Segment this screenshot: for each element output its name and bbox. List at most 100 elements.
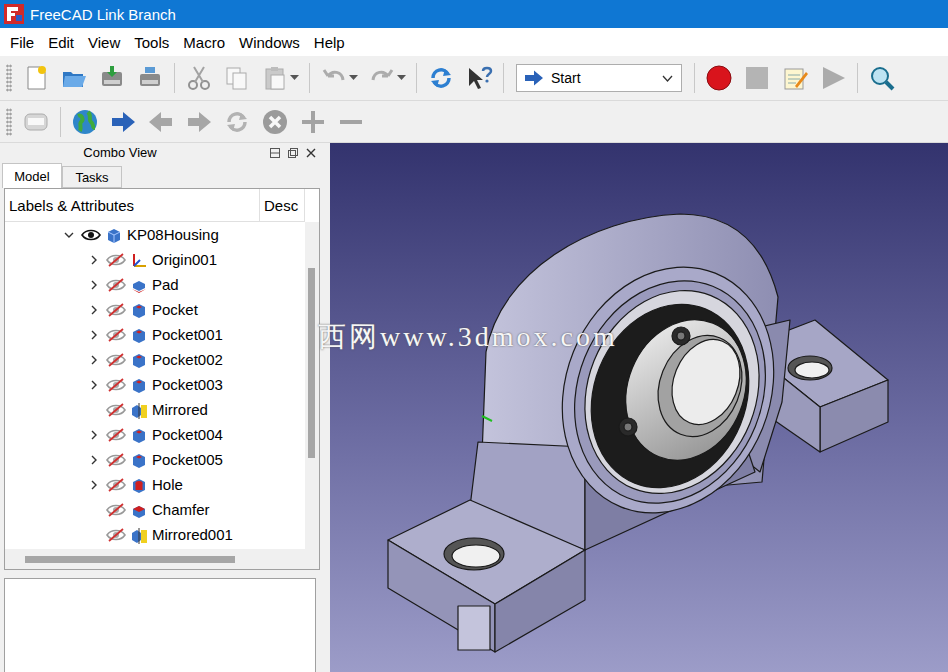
zoom-button[interactable] (864, 60, 900, 96)
tree-row[interactable]: Hole (5, 472, 305, 497)
chevron-down-icon[interactable] (64, 230, 74, 240)
scroll-thumb[interactable] (308, 268, 315, 458)
toolbar-grip[interactable] (6, 108, 12, 136)
eye-hidden-icon[interactable] (106, 302, 126, 318)
expander[interactable] (86, 302, 102, 318)
whats-this-button[interactable] (461, 60, 497, 96)
expander[interactable] (86, 252, 102, 268)
chevron-right-icon[interactable] (89, 430, 99, 440)
dock-minimize-icon[interactable] (270, 148, 280, 158)
menu-item[interactable]: Edit (48, 34, 74, 51)
play-button[interactable] (815, 60, 851, 96)
expander[interactable] (86, 377, 102, 393)
eye-hidden-icon[interactable] (106, 352, 126, 368)
splitter[interactable] (322, 143, 330, 672)
expander[interactable] (86, 277, 102, 293)
tree-row[interactable]: Pad (5, 272, 305, 297)
pillow-block-model[interactable] (330, 143, 948, 672)
open-button[interactable] (56, 60, 92, 96)
chevron-right-icon[interactable] (89, 255, 99, 265)
dock-float-icon[interactable] (288, 148, 298, 158)
menu-item[interactable]: Help (314, 34, 345, 51)
cut-button[interactable] (181, 60, 217, 96)
save-as-button[interactable] (132, 60, 168, 96)
3d-view[interactable] (330, 143, 948, 672)
tree-row[interactable]: Mirrored001 (5, 522, 305, 547)
stop-button[interactable] (739, 60, 775, 96)
tab[interactable]: Tasks (62, 166, 122, 188)
new-button[interactable] (18, 60, 54, 96)
chevron-right-icon[interactable] (89, 480, 99, 490)
eye-hidden-icon[interactable] (106, 477, 126, 493)
globe-button[interactable] (67, 104, 103, 140)
eye-hidden-icon[interactable] (106, 452, 126, 468)
eye-hidden-icon[interactable] (106, 377, 126, 393)
tree-row[interactable]: KP08Housing (5, 222, 305, 247)
redo-button[interactable] (364, 60, 410, 96)
expander[interactable] (86, 502, 102, 518)
paste-button[interactable] (257, 60, 303, 96)
chevron-right-icon[interactable] (89, 280, 99, 290)
dropdown-arrow-icon[interactable] (290, 75, 299, 81)
macro-edit-button[interactable] (777, 60, 813, 96)
back-button[interactable] (143, 104, 179, 140)
forward-button[interactable] (181, 104, 217, 140)
toolbar-grip[interactable] (6, 64, 12, 92)
chevron-right-icon[interactable] (89, 355, 99, 365)
save-button[interactable] (94, 60, 130, 96)
dropdown-arrow-icon[interactable] (397, 75, 406, 81)
reload-button[interactable] (219, 104, 255, 140)
menu-item[interactable]: Windows (239, 34, 300, 51)
tree-row[interactable]: Mirrored (5, 397, 305, 422)
tree-row[interactable]: Chamfer (5, 497, 305, 522)
zoom-in-button[interactable] (295, 104, 331, 140)
tab[interactable]: Model (2, 163, 62, 188)
expander[interactable] (86, 477, 102, 493)
expander[interactable] (86, 427, 102, 443)
zoom-out-button[interactable] (333, 104, 369, 140)
expander[interactable] (86, 402, 102, 418)
tree-row[interactable]: Pocket (5, 297, 305, 322)
eye-hidden-icon[interactable] (106, 252, 126, 268)
chevron-right-icon[interactable] (89, 330, 99, 340)
menu-item[interactable]: View (88, 34, 120, 51)
expander[interactable] (86, 352, 102, 368)
tree-row[interactable]: Pocket005 (5, 447, 305, 472)
record-button[interactable] (701, 60, 737, 96)
tree-row[interactable]: Pocket002 (5, 347, 305, 372)
scroll-thumb[interactable] (25, 556, 235, 563)
expander[interactable] (61, 227, 77, 243)
chevron-right-icon[interactable] (89, 305, 99, 315)
horizontal-scrollbar[interactable] (5, 549, 319, 569)
column-header[interactable]: Labels & Attributes (5, 189, 260, 221)
chevron-right-icon[interactable] (89, 455, 99, 465)
box-button[interactable] (18, 104, 54, 140)
tree-row[interactable]: Pocket003 (5, 372, 305, 397)
dropdown-arrow-icon[interactable] (349, 75, 358, 81)
chevron-down-icon[interactable] (662, 75, 673, 82)
copy-button[interactable] (219, 60, 255, 96)
tree-row[interactable]: Pocket004 (5, 422, 305, 447)
eye-hidden-icon[interactable] (106, 277, 126, 293)
menu-item[interactable]: File (10, 34, 34, 51)
refresh-button[interactable] (423, 60, 459, 96)
menu-item[interactable]: Macro (183, 34, 225, 51)
eye-hidden-icon[interactable] (106, 527, 126, 543)
nav-start-button[interactable] (105, 104, 141, 140)
undo-button[interactable] (316, 60, 362, 96)
expander[interactable] (86, 452, 102, 468)
expander[interactable] (86, 527, 102, 543)
dock-close-icon[interactable] (306, 148, 316, 158)
eye-hidden-icon[interactable] (106, 502, 126, 518)
chevron-right-icon[interactable] (89, 380, 99, 390)
vertical-scrollbar[interactable] (305, 222, 319, 549)
stop-load-button[interactable] (257, 104, 293, 140)
eye-hidden-icon[interactable] (106, 327, 126, 343)
tree-row[interactable]: Pocket001 (5, 322, 305, 347)
eye-icon[interactable] (81, 227, 101, 243)
eye-hidden-icon[interactable] (106, 427, 126, 443)
column-header[interactable]: Desc (260, 189, 305, 221)
workbench-select[interactable]: Start (516, 64, 682, 92)
eye-hidden-icon[interactable] (106, 402, 126, 418)
menu-item[interactable]: Tools (134, 34, 169, 51)
